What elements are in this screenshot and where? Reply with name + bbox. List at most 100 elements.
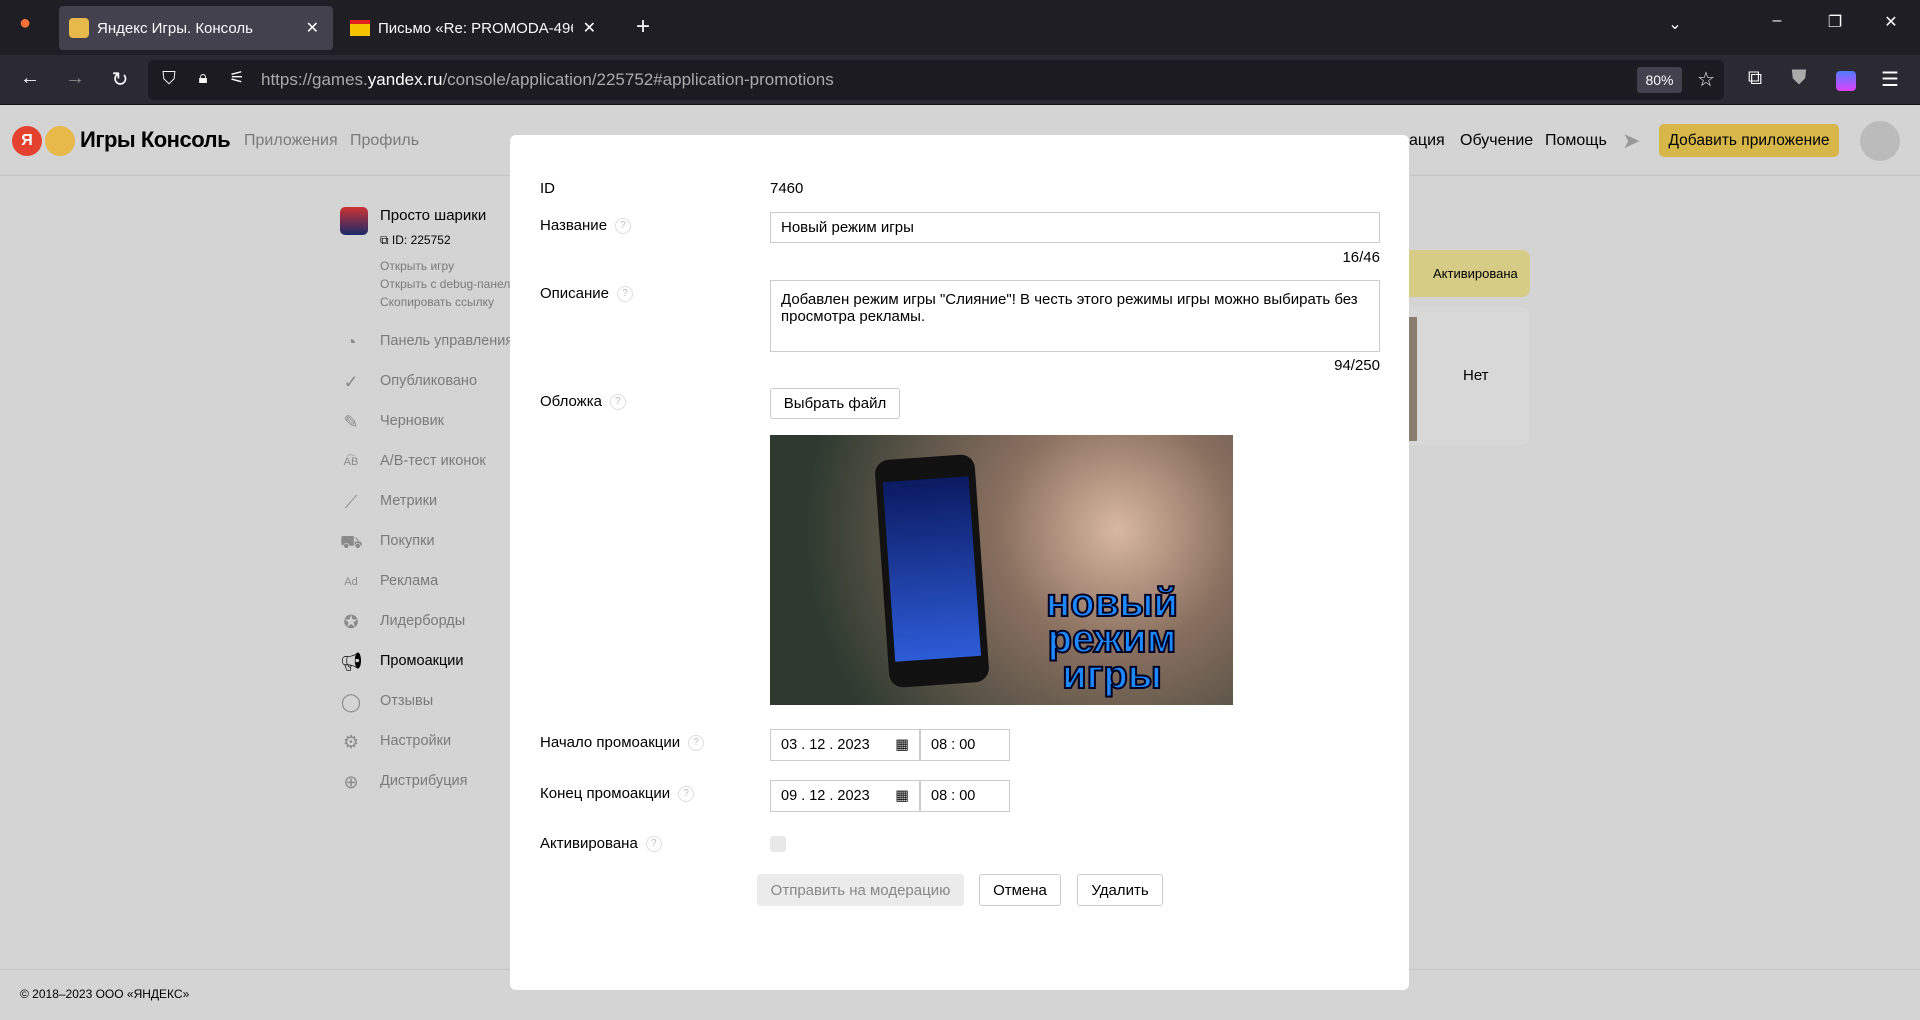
gauge-icon: ◔	[345, 332, 357, 352]
submit-moderation-button[interactable]: Отправить на модерацию	[757, 874, 964, 906]
nav-help[interactable]: Помощь	[1545, 132, 1607, 150]
chevron-down-icon[interactable]: ⌄	[1660, 14, 1690, 34]
megaphone-icon: 📢︎	[340, 652, 363, 672]
cover-label: Обложка?	[540, 393, 626, 411]
name-label: Название?	[540, 217, 632, 235]
id-value: 7460	[770, 180, 804, 197]
chat-icon: ◯	[340, 692, 362, 712]
medal-icon: ✪	[343, 612, 359, 632]
url-text[interactable]: https://games.yandex.ru/console/applicat…	[261, 70, 834, 90]
help-icon[interactable]: ?	[645, 836, 662, 853]
app-name: Просто шарики	[380, 207, 487, 224]
nav-applications[interactable]: Приложения	[244, 132, 338, 150]
zoom-level[interactable]: 80%	[1637, 67, 1682, 93]
sidebar-item[interactable]: Настройки	[380, 733, 510, 749]
cover-image: Новый режим игры	[770, 435, 1233, 705]
reload-icon[interactable]: ↻	[105, 67, 135, 92]
sidebar-item[interactable]: Лидерборды	[380, 613, 510, 629]
send-icon[interactable]: ➤	[1622, 128, 1640, 154]
sidebar-item[interactable]: Панель управления	[380, 333, 510, 349]
sidebar-item[interactable]: Черновик	[380, 413, 510, 429]
start-time-input[interactable]: 08 : 00	[920, 729, 1010, 761]
draft-icon: ✎	[343, 412, 359, 432]
delete-button[interactable]: Удалить	[1077, 874, 1163, 906]
sidebar-item[interactable]: Отзывы	[380, 693, 510, 709]
tab-yandex-console[interactable]: Яндекс Игры. Консоль ✕	[59, 6, 333, 50]
restore-icon[interactable]: ❐	[1820, 12, 1850, 32]
open-debug-link[interactable]: Открыть с debug-панел	[380, 277, 510, 291]
permissions-icon[interactable]: ⚟	[222, 68, 252, 88]
minimize-icon[interactable]: –	[1762, 12, 1792, 30]
add-application-button[interactable]: Добавить приложение	[1659, 124, 1839, 157]
nav-documentation[interactable]: ация	[1409, 132, 1445, 150]
app-id-text: ID: 225752	[391, 233, 451, 247]
cart-icon: ⛟	[340, 532, 363, 552]
gear-icon: ⚙	[342, 732, 360, 752]
description-label: Описание?	[540, 285, 634, 303]
back-icon[interactable]: ←	[15, 67, 45, 90]
nav-bar: ← → ↻ ⛉ 🔒︎ ⚟ https://games.yandex.ru/con…	[0, 55, 1920, 105]
calendar-icon[interactable]: ▦	[895, 788, 909, 804]
promotion-edit-modal: ID 7460 Название? Новый режим игры 16/46…	[510, 135, 1409, 990]
close-window-icon[interactable]: ✕	[1876, 12, 1906, 32]
firefox-icon[interactable]: ●	[10, 12, 40, 35]
nav-learning[interactable]: Обучение	[1460, 132, 1533, 150]
footer-copyright: © 2018–2023 ООО «ЯНДЕКС»	[20, 987, 190, 1001]
close-tab-icon[interactable]: ✕	[306, 18, 319, 38]
shield-icon[interactable]: ⛉	[154, 68, 184, 89]
url-bar[interactable]: ⛉ 🔒︎ ⚟ https://games.yandex.ru/console/a…	[148, 60, 1724, 100]
shield-extension-icon[interactable]: ⛊	[1784, 67, 1814, 90]
sidebar-item[interactable]: Дистрибуция	[380, 773, 510, 789]
start-date-input[interactable]: 03 . 12 . 2023 ▦	[770, 729, 920, 761]
open-game-link[interactable]: Открыть игру	[380, 259, 454, 273]
start-label: Начало промоакции?	[540, 734, 705, 752]
help-icon[interactable]: ?	[609, 394, 626, 411]
copy-icon[interactable]: ⧉	[380, 233, 392, 247]
help-icon[interactable]: ?	[615, 218, 632, 235]
star-icon[interactable]: ☆	[1691, 67, 1721, 92]
sidebar-item[interactable]: Реклама	[380, 573, 510, 589]
tab-title: Яндекс Игры. Консоль	[97, 19, 253, 37]
app-icon	[340, 207, 368, 235]
sidebar-item[interactable]: Промоакции	[380, 653, 510, 669]
yandex-logo-icon[interactable]: Я	[12, 126, 42, 156]
name-counter: 16/46	[1342, 249, 1380, 266]
end-date-input[interactable]: 09 . 12 . 2023 ▦	[770, 780, 920, 812]
forward-icon[interactable]: →	[60, 67, 90, 90]
tab-bar: ● Яндекс Игры. Консоль ✕ Письмо «Re: PRO…	[0, 0, 1920, 55]
help-icon[interactable]: ?	[678, 786, 695, 803]
audio-extension-icon[interactable]	[1836, 71, 1856, 91]
activated-checkbox[interactable]	[770, 836, 786, 852]
tab-mail[interactable]: Письмо «Re: PROMODA-4969: ✕	[340, 6, 610, 50]
help-icon[interactable]: ?	[617, 286, 634, 303]
ad-icon: Ad	[344, 576, 358, 588]
end-label: Конец промоакции?	[540, 785, 695, 803]
copy-link[interactable]: Скопировать ссылку	[380, 295, 494, 309]
name-input[interactable]: Новый режим игры	[770, 212, 1380, 243]
nav-profile[interactable]: Профиль	[350, 132, 419, 150]
menu-icon[interactable]: ☰	[1875, 67, 1905, 92]
sidebar-item[interactable]: A/B-тест иконок	[380, 453, 510, 469]
description-textarea[interactable]: Добавлен режим игры "Слияние"! В честь э…	[770, 280, 1380, 352]
chart-icon: ⟋	[344, 492, 358, 512]
app-id[interactable]: ⧉ ID: 225752	[380, 233, 451, 248]
choose-file-button[interactable]: Выбрать файл	[770, 388, 900, 419]
tab-title: Письмо «Re: PROMODA-4969:	[378, 19, 573, 37]
new-tab-icon[interactable]: +	[628, 13, 658, 41]
lock-icon[interactable]: 🔒︎	[188, 68, 218, 88]
logo-text[interactable]: Игры Консоль	[80, 127, 231, 153]
end-time-input[interactable]: 08 : 00	[920, 780, 1010, 812]
games-logo-icon	[45, 126, 75, 156]
calendar-icon[interactable]: ▦	[895, 737, 909, 753]
description-counter: 94/250	[1334, 357, 1380, 374]
extensions-icon[interactable]: ⧉	[1740, 67, 1770, 90]
help-icon[interactable]: ?	[688, 735, 705, 752]
close-tab-icon[interactable]: ✕	[583, 18, 596, 38]
sidebar-item[interactable]: Метрики	[380, 493, 510, 509]
avatar[interactable]	[1860, 121, 1900, 161]
cancel-button[interactable]: Отмена	[979, 874, 1061, 906]
sidebar-item[interactable]: Покупки	[380, 533, 510, 549]
sidebar-item[interactable]: Опубликовано	[380, 373, 510, 389]
gamepad-icon	[69, 18, 89, 38]
phone-image	[874, 453, 990, 689]
